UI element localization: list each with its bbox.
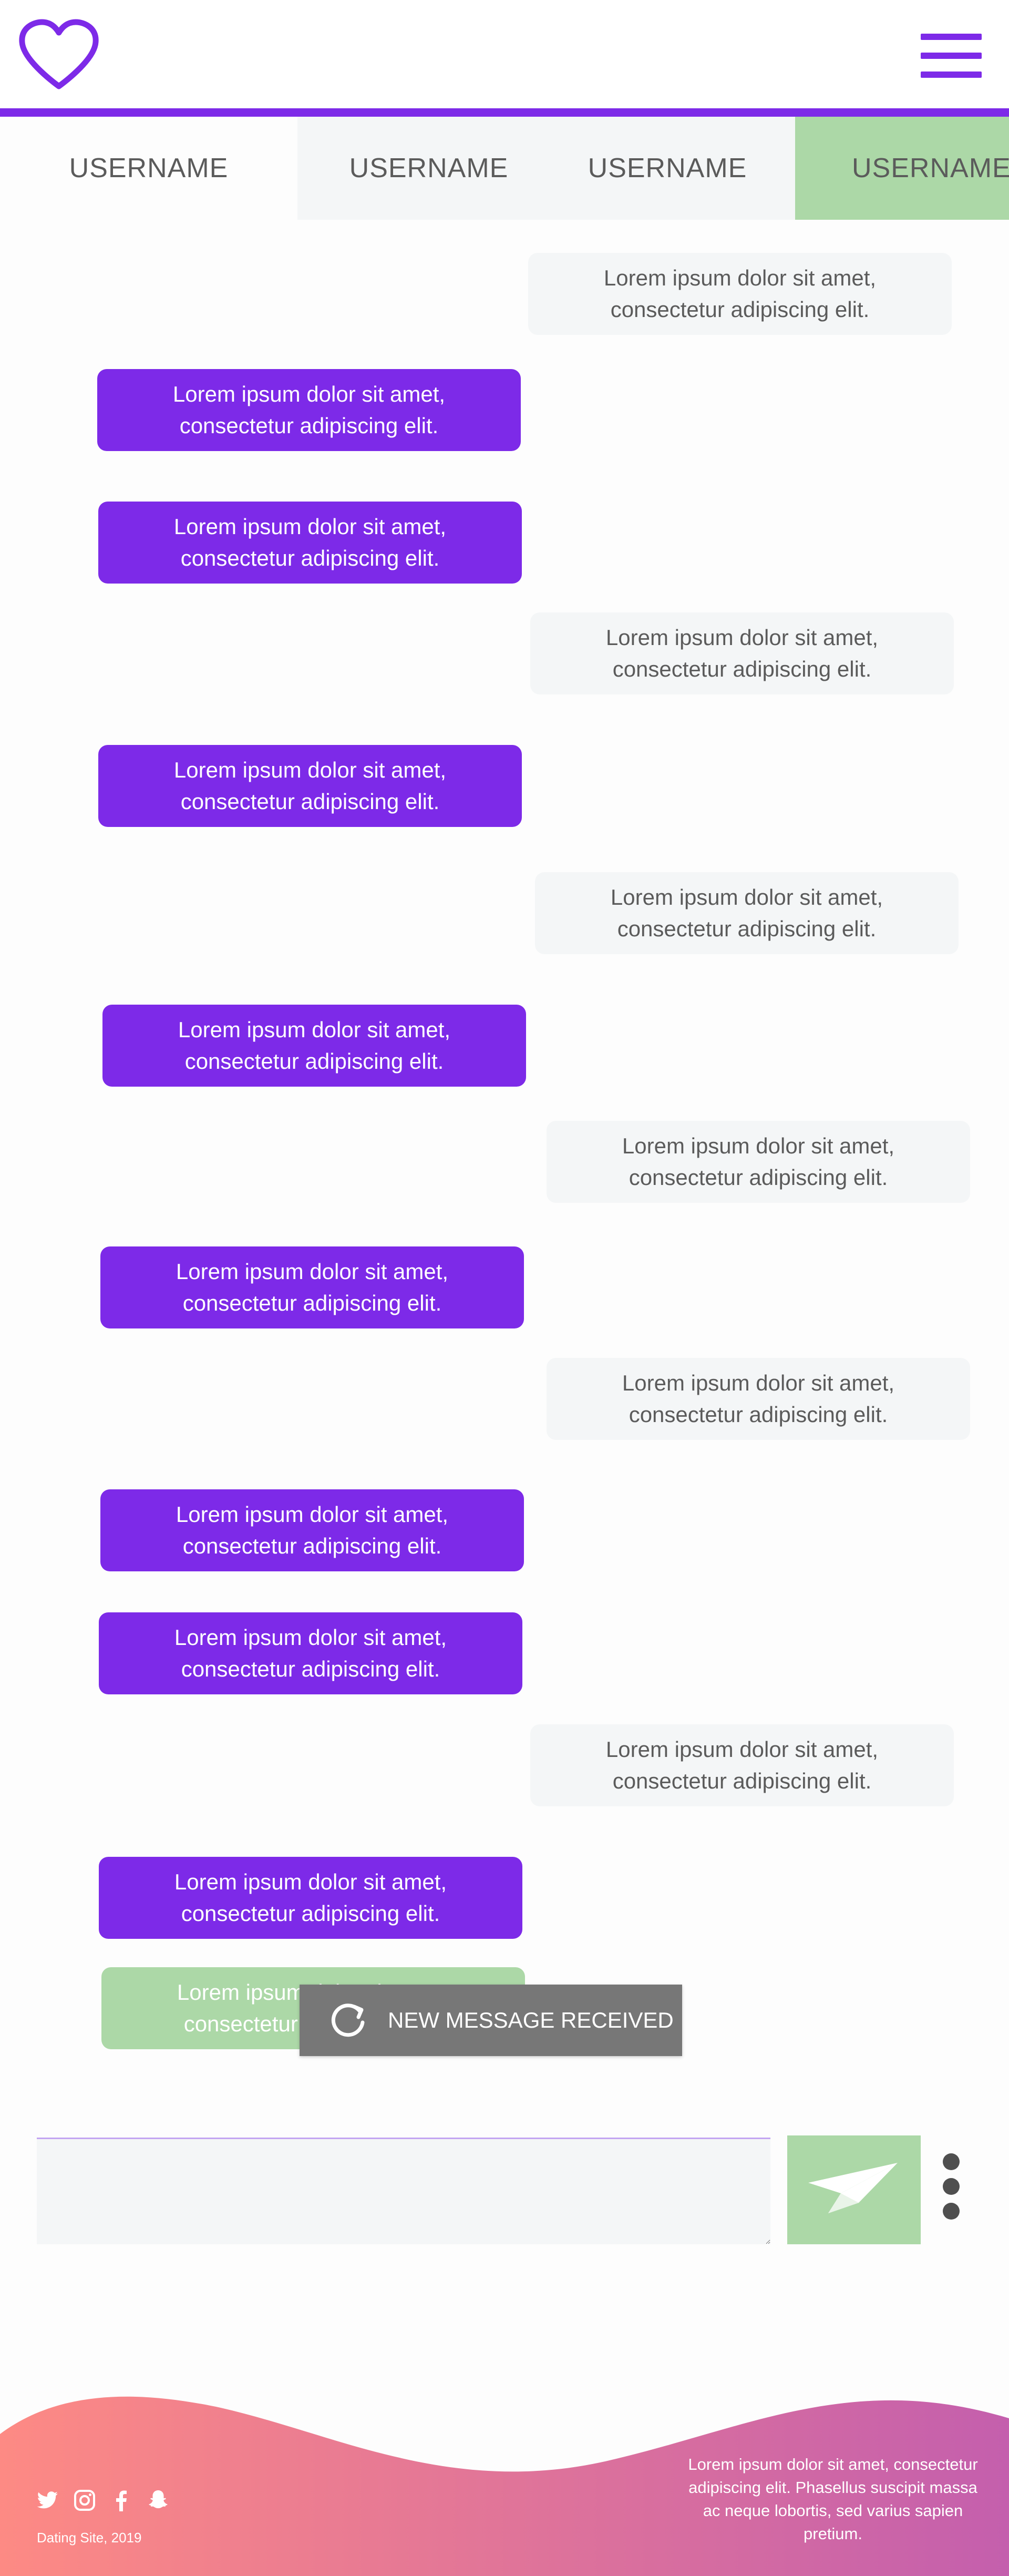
- social-links: [36, 2488, 170, 2512]
- vertical-dots-icon[interactable]: [941, 2153, 962, 2222]
- tab-username-4[interactable]: USERNAME: [795, 117, 1009, 220]
- hamburger-menu-icon[interactable]: [921, 34, 982, 78]
- send-button[interactable]: [787, 2135, 921, 2244]
- message-bubble-outgoing: Lorem ipsum dolor sit amet, consectetur …: [98, 502, 522, 584]
- footer-description: Lorem ipsum dolor sit amet, consectetur …: [688, 2455, 978, 2543]
- message-text: Lorem ipsum dolor sit amet, consectetur …: [605, 1737, 879, 1793]
- twitter-icon[interactable]: [36, 2488, 60, 2512]
- message-text: Lorem ipsum dolor sit amet, consectetur …: [622, 1371, 895, 1427]
- tab-username-1[interactable]: USERNAME: [0, 117, 297, 220]
- message-bubble-incoming: Lorem ipsum dolor sit amet, consectetur …: [547, 1121, 970, 1203]
- instagram-icon[interactable]: [73, 2488, 97, 2512]
- heart-logo-icon[interactable]: [17, 19, 101, 93]
- message-bubble-outgoing: Lorem ipsum dolor sit amet, consectetur …: [100, 1489, 524, 1571]
- message-text: Lorem ipsum dolor sit amet, consectetur …: [622, 1133, 895, 1190]
- tab-label: USERNAME: [588, 153, 747, 183]
- conversation-tabs: USERNAME USERNAME USERNAME USERNAME: [0, 117, 1009, 220]
- facebook-icon[interactable]: [109, 2488, 133, 2512]
- message-text: Lorem ipsum dolor sit amet, consectetur …: [174, 1625, 447, 1681]
- tab-label: USERNAME: [852, 153, 1009, 183]
- tab-label: USERNAME: [69, 153, 229, 183]
- tab-label: USERNAME: [349, 153, 509, 183]
- message-bubble-incoming: Lorem ipsum dolor sit amet, consectetur …: [528, 253, 952, 335]
- message-text: Lorem ipsum dolor sit amet, consectetur …: [178, 1017, 451, 1074]
- paper-plane-icon: [808, 2163, 898, 2213]
- message-text: Lorem ipsum dolor sit amet, consectetur …: [172, 382, 446, 438]
- message-text: Lorem ipsum dolor sit amet, consectetur …: [610, 885, 883, 941]
- message-bubble-outgoing: Lorem ipsum dolor sit amet, consectetur …: [102, 1005, 526, 1087]
- message-bubble-incoming: Lorem ipsum dolor sit amet, consectetur …: [530, 1724, 954, 1806]
- app-header: [0, 0, 1009, 108]
- snapchat-icon[interactable]: [146, 2488, 170, 2512]
- tab-username-3[interactable]: USERNAME: [526, 117, 809, 220]
- toast-text: NEW MESSAGE RECEIVED: [388, 2008, 674, 2032]
- new-message-toast[interactable]: NEW MESSAGE RECEIVED: [300, 1985, 682, 2056]
- message-bubble-outgoing: Lorem ipsum dolor sit amet, consectetur …: [99, 1612, 522, 1694]
- message-bubble-outgoing: Lorem ipsum dolor sit amet, consectetur …: [98, 745, 522, 827]
- message-bubble-outgoing: Lorem ipsum dolor sit amet, consectetur …: [97, 369, 521, 451]
- message-text: Lorem ipsum dolor sit amet, consectetur …: [173, 514, 447, 570]
- message-text: Lorem ipsum dolor sit amet, consectetur …: [173, 758, 447, 814]
- tab-username-2[interactable]: USERNAME: [297, 117, 560, 220]
- message-text: Lorem ipsum dolor sit amet, consectetur …: [176, 1259, 449, 1315]
- message-bubble-incoming: Lorem ipsum dolor sit amet, consectetur …: [547, 1358, 970, 1440]
- header-divider: [0, 108, 1009, 117]
- footer-copyright: Dating Site, 2019: [37, 2530, 142, 2546]
- message-bubble-incoming: Lorem ipsum dolor sit amet, consectetur …: [530, 612, 954, 694]
- message-text: Lorem ipsum dolor sit amet, consectetur …: [605, 625, 879, 681]
- message-input[interactable]: [37, 2139, 770, 2244]
- message-text: Lorem ipsum dolor sit amet, consectetur …: [603, 265, 877, 322]
- message-bubble-outgoing: Lorem ipsum dolor sit amet, consectetur …: [99, 1857, 522, 1939]
- message-bubble-outgoing: Lorem ipsum dolor sit amet, consectetur …: [100, 1246, 524, 1328]
- refresh-icon: [331, 2003, 365, 2037]
- message-bubble-incoming: Lorem ipsum dolor sit amet, consectetur …: [535, 872, 959, 954]
- message-text: Lorem ipsum dolor sit amet, consectetur …: [176, 1502, 449, 1558]
- message-text: Lorem ipsum dolor sit amet, consectetur …: [174, 1869, 447, 1926]
